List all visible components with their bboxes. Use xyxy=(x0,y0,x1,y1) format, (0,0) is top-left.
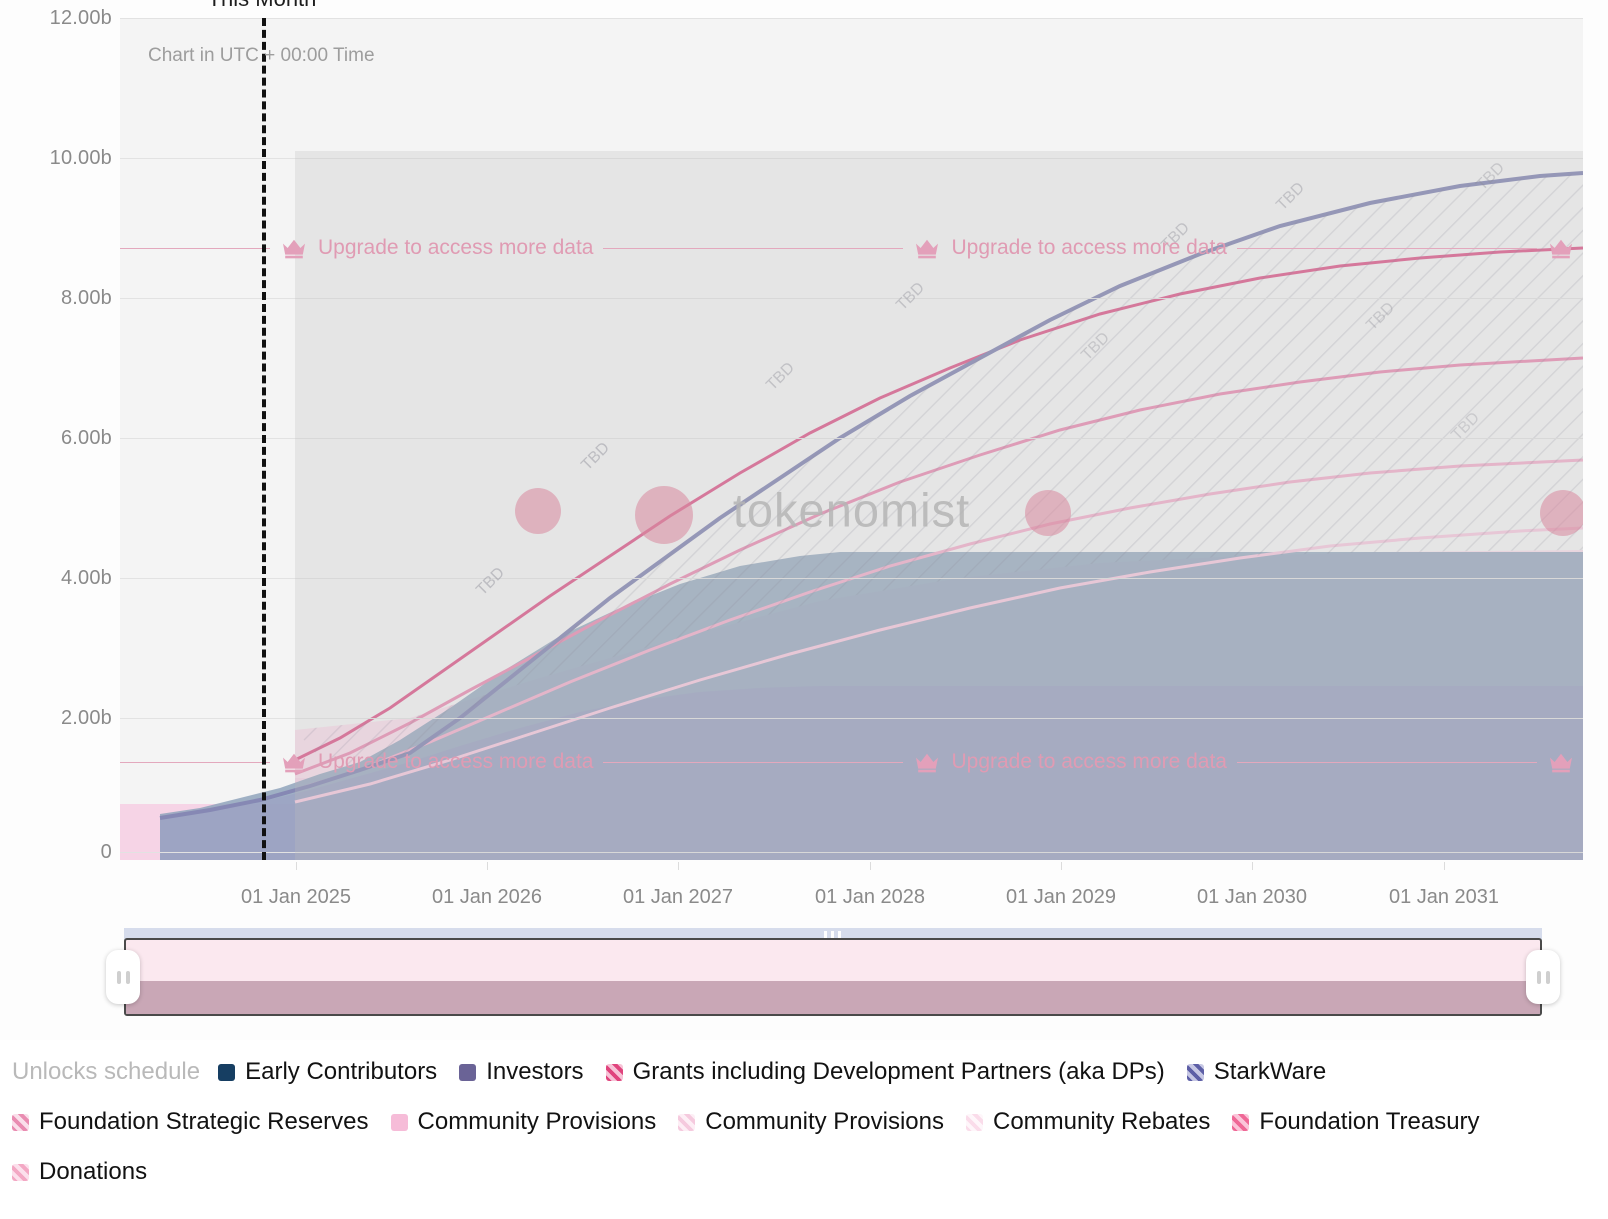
legend-swatch xyxy=(605,1063,623,1081)
legend-label: Community Provisions xyxy=(705,1108,944,1135)
legend-swatch xyxy=(12,1113,29,1131)
brush-selection-window[interactable] xyxy=(124,938,1542,1016)
legend-title: Unlocks schedule xyxy=(12,1058,201,1085)
chart-plot-area[interactable]: TBD TBD TBD TBD TBD TBD TBD TBD TBD TBD … xyxy=(120,18,1583,860)
date-range-brush[interactable] xyxy=(106,928,1560,1016)
x-axis-tick: 01 Jan 2028 xyxy=(814,886,926,908)
x-axis-tickmark xyxy=(487,862,488,870)
x-axis-tickmark xyxy=(1252,862,1253,870)
legend-swatch xyxy=(459,1063,477,1081)
y-axis-tick: 12.00b xyxy=(49,7,112,29)
x-axis-tick: 01 Jan 2027 xyxy=(622,886,734,908)
gridline xyxy=(120,578,1583,579)
gridline xyxy=(120,18,1583,19)
x-axis-tick: 01 Jan 2026 xyxy=(431,886,543,908)
x-axis-tick: 01 Jan 2029 xyxy=(1005,886,1117,908)
x-axis-tickmark xyxy=(296,862,297,870)
legend-swatch xyxy=(218,1063,236,1081)
legend-item-grants[interactable]: Grants including Development Partners (a… xyxy=(605,1050,1165,1094)
legend-swatch xyxy=(390,1113,408,1131)
legend-item-investors[interactable]: Investors xyxy=(459,1050,584,1094)
legend-label: Community Provisions xyxy=(417,1108,657,1135)
legend-swatch xyxy=(965,1113,983,1131)
y-axis-tick: 2.00b xyxy=(60,707,112,729)
x-axis-tickmark xyxy=(1444,862,1445,870)
this-month-label: This Month xyxy=(208,0,317,12)
gridline xyxy=(120,718,1583,719)
brush-preview-fill xyxy=(126,981,1540,1014)
legend-swatch xyxy=(1186,1063,1204,1081)
y-axis-tick: 8.00b xyxy=(60,287,112,309)
legend-item-donations[interactable]: Donations xyxy=(12,1150,147,1194)
x-axis-tickmark xyxy=(678,862,679,870)
chart-series-layer xyxy=(120,171,1583,860)
legend-label: Donations xyxy=(39,1158,148,1185)
legend-item-foundation-treasury[interactable]: Foundation Treasury xyxy=(1232,1100,1480,1144)
brush-handle-left[interactable] xyxy=(106,950,140,1004)
legend-swatch xyxy=(1232,1113,1250,1131)
brush-handle-right[interactable] xyxy=(1526,950,1560,1004)
gridline xyxy=(120,852,1583,853)
legend-label: Investors xyxy=(486,1058,584,1085)
legend-swatch xyxy=(678,1113,696,1131)
legend-label: Foundation Treasury xyxy=(1259,1108,1480,1135)
legend-item-starkware[interactable]: StarkWare xyxy=(1186,1050,1327,1094)
legend-label: StarkWare xyxy=(1213,1058,1327,1085)
y-axis-tick: 4.00b xyxy=(60,567,112,589)
chart-legend: Unlocks schedule Early Contributors Inve… xyxy=(12,1050,1596,1194)
legend-item-early-contributors[interactable]: Early Contributors xyxy=(218,1050,437,1094)
gridline xyxy=(120,438,1583,439)
legend-item-community-provisions[interactable]: Community Provisions xyxy=(390,1100,657,1144)
x-axis-tick: 01 Jan 2025 xyxy=(240,886,352,908)
y-axis-tick: 10.00b xyxy=(49,147,112,169)
legend-swatch xyxy=(12,1163,29,1181)
this-month-line xyxy=(262,18,266,860)
x-axis-tickmark xyxy=(1061,862,1062,870)
legend-label: Early Contributors xyxy=(245,1058,438,1085)
legend-item-community-provisions-alt[interactable]: Community Provisions xyxy=(678,1100,944,1144)
legend-item-foundation-strategic-reserves[interactable]: Foundation Strategic Reserves xyxy=(12,1100,369,1144)
y-axis-tick: 6.00b xyxy=(60,427,112,449)
legend-label: Foundation Strategic Reserves xyxy=(39,1108,369,1135)
legend-label: Grants including Development Partners (a… xyxy=(632,1058,1165,1085)
legend-item-community-rebates[interactable]: Community Rebates xyxy=(965,1100,1211,1144)
utc-note: Chart in UTC + 00:00 Time xyxy=(148,45,375,66)
x-axis-tickmark xyxy=(870,862,871,870)
legend-label: Community Rebates xyxy=(992,1108,1211,1135)
gridline xyxy=(120,158,1583,159)
gridline xyxy=(120,298,1583,299)
y-axis-tick: 0 xyxy=(100,841,112,863)
unlocks-schedule-chart-card: TBD TBD TBD TBD TBD TBD TBD TBD TBD TBD … xyxy=(0,0,1608,1040)
x-axis-tick: 01 Jan 2031 xyxy=(1388,886,1500,908)
x-axis-tick: 01 Jan 2030 xyxy=(1196,886,1308,908)
